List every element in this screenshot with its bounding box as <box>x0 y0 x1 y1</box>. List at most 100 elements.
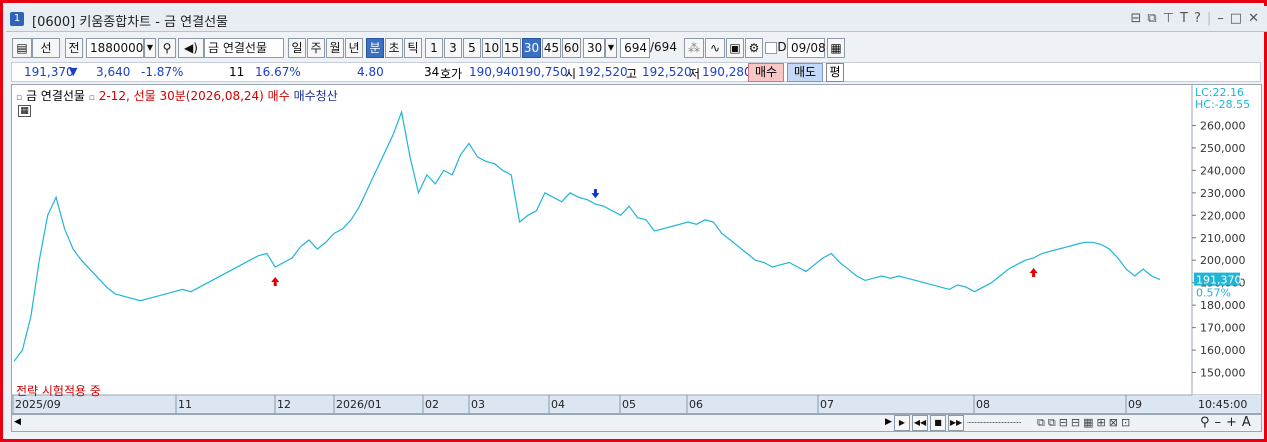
period-week[interactable]: 주 <box>307 38 325 58</box>
x-tick-label: 02 <box>425 398 439 411</box>
legend-series-name: 금 연결선물 <box>25 89 85 103</box>
legend-marker-icon: ▫ <box>16 93 23 103</box>
restore-copy-icon[interactable]: ⧉ <box>1147 11 1156 26</box>
horizontal-scrollbar[interactable]: ◀ ▶ ▶ ◀◀ ■ ▶▶ ┈┈┈┈┈┈┈┈┈ ⧉⧉⊟⊟▦⊞⊠⊡ ⚲–+A <box>11 414 1262 432</box>
date-input[interactable]: 09/08 <box>787 38 826 58</box>
trend-tool-icon[interactable]: ∿ <box>705 38 725 58</box>
legend-marker-icon: ▫ <box>88 93 95 103</box>
interval-5[interactable]: 5 <box>463 38 481 58</box>
down-arrow-icon: ▼ <box>69 65 78 78</box>
calendar-icon[interactable]: ▦ <box>827 38 845 58</box>
rewind-icon[interactable]: ◀◀ <box>912 415 928 431</box>
interval-3[interactable]: 3 <box>444 38 462 58</box>
minimize-icon[interactable]: – <box>1217 11 1224 26</box>
help-icon[interactable]: ? <box>1194 11 1201 26</box>
high-label: 고 <box>626 67 638 81</box>
x-tick-label: 12 <box>277 398 291 411</box>
close-icon[interactable]: ✕ <box>1248 11 1259 26</box>
legend-strategy-exit: 매수청산 <box>293 89 338 103</box>
chart-area[interactable]: 260,000 250,000 240,000 230,000 220,000 210,0… <box>11 84 1262 414</box>
search-icon[interactable]: ⚲ <box>158 38 176 58</box>
layout-icon[interactable]: ⊟ <box>1131 11 1142 26</box>
y-tick-label: 170,000 <box>1200 322 1246 335</box>
price-change: 3,640 <box>96 65 131 79</box>
title-bar: 1 [0600] 키움종합차트 - 금 연결선물 ⊟ ⧉ ⊤ T ? | – □… <box>6 6 1267 32</box>
y-tick-label: 150,000 <box>1200 367 1246 380</box>
sell-button[interactable]: 매도 <box>787 63 823 82</box>
period-year[interactable]: 년 <box>345 38 363 58</box>
x-tick-label: 08 <box>976 398 990 411</box>
chart-type-icon[interactable]: ▤ <box>12 38 32 58</box>
current-price: 191,370 <box>24 65 74 79</box>
low-price: 190,280 <box>702 65 752 79</box>
settings-gear-icon[interactable]: ⚙ <box>745 38 763 58</box>
quote-count: 34 <box>424 65 440 79</box>
price-axis-panel <box>1192 85 1261 413</box>
interval-15[interactable]: 15 <box>502 38 521 58</box>
zoom-slider[interactable]: ┈┈┈┈┈┈┈┈┈ <box>967 418 1021 429</box>
product-name-field[interactable]: 금 연결선물 <box>204 38 284 58</box>
legend-strategy: 2-12, 선물 30분(2026,08,24) 매수 <box>98 89 290 103</box>
chart-tools-icons[interactable]: ⧉⧉⊟⊟▦⊞⊠⊡ <box>1037 416 1133 430</box>
sell-signal-arrow <box>591 189 600 199</box>
fast-forward-icon[interactable]: ▶▶ <box>948 415 964 431</box>
quote-value: 4.80 <box>357 65 384 79</box>
flat-button[interactable]: 평 <box>826 63 844 82</box>
code-input[interactable]: 18800000 <box>86 38 151 58</box>
separator: | <box>1206 11 1212 26</box>
interval-45[interactable]: 45 <box>542 38 561 58</box>
period-day[interactable]: 일 <box>288 38 306 58</box>
zoom-controls[interactable]: ⚲–+A <box>1200 415 1256 430</box>
period-tick[interactable]: 틱 <box>404 38 422 58</box>
data-table-icon[interactable]: ▦ <box>18 105 31 117</box>
indicator-add-icon[interactable]: ⁂ <box>684 38 704 58</box>
text-icon[interactable]: T <box>1180 11 1188 26</box>
scroll-right-icon[interactable]: ▶ <box>885 417 892 427</box>
period-minute[interactable]: 분 <box>366 38 384 58</box>
x-tick-label: 09 <box>1128 398 1142 411</box>
period-second[interactable]: 초 <box>385 38 403 58</box>
play-icon[interactable]: ▶ <box>894 415 910 431</box>
volume-value: 11 <box>229 65 245 79</box>
price-chart[interactable]: 260,000 250,000 240,000 230,000 220,000 210,0… <box>12 85 1261 413</box>
period-month[interactable]: 월 <box>326 38 344 58</box>
quote-bar: 191,370 ▼ 3,640 -1.87% 11 16.67% 4.80 34… <box>11 62 1261 82</box>
bid-price: 190,940 <box>469 65 519 79</box>
current-price-label: 191,370 <box>1196 274 1242 287</box>
x-tick-label: 07 <box>820 398 834 411</box>
buy-button[interactable]: 매수 <box>748 63 784 82</box>
interval-1[interactable]: 1 <box>425 38 443 58</box>
stop-icon[interactable]: ■ <box>930 415 946 431</box>
y-tick-label: 220,000 <box>1200 209 1246 222</box>
interval-10[interactable]: 10 <box>482 38 501 58</box>
maximize-icon[interactable]: □ <box>1230 11 1242 26</box>
ask-label: 호가 <box>440 67 463 81</box>
speaker-icon[interactable]: ◀) <box>178 38 204 58</box>
d-checkbox[interactable] <box>765 42 777 54</box>
window-title: [0600] 키움종합차트 - 금 연결선물 <box>32 15 229 30</box>
interval-30[interactable]: 30 <box>522 38 541 58</box>
scroll-left-icon[interactable]: ◀ <box>14 417 21 427</box>
volume-pct: 16.67% <box>255 65 301 79</box>
open-label: 시 <box>565 67 577 81</box>
interval-select[interactable]: 30 <box>583 38 605 58</box>
count-input[interactable]: 694 <box>620 38 650 58</box>
x-tick-label: 11 <box>178 398 192 411</box>
prev-button[interactable]: 전 <box>65 38 83 58</box>
main-toolbar: ▤ 선 전 18800000 ▼ ⚲ ◀) 금 연결선물 일 주 월 년 분 초… <box>6 35 1267 60</box>
save-icon[interactable]: ▣ <box>726 38 744 58</box>
code-dropdown-icon[interactable]: ▼ <box>144 38 156 58</box>
mode-select[interactable]: 선 <box>32 38 60 58</box>
strategy-note: 전략 시험적용 중 <box>16 384 101 398</box>
x-tick-label: 2025/09 <box>15 398 61 411</box>
buy-signal-arrow <box>1029 267 1038 277</box>
pin-icon[interactable]: ⊤ <box>1163 11 1174 26</box>
y-tick-label: 160,000 <box>1200 344 1246 357</box>
y-tick-label: 240,000 <box>1200 164 1246 177</box>
interval-60[interactable]: 60 <box>562 38 581 58</box>
y-tick-label: 200,000 <box>1200 254 1246 267</box>
interval-dropdown-icon[interactable]: ▼ <box>605 38 617 58</box>
x-tick-label: 04 <box>551 398 565 411</box>
x-tick-label: 03 <box>471 398 485 411</box>
time-label: 10:45:00 <box>1198 398 1247 411</box>
